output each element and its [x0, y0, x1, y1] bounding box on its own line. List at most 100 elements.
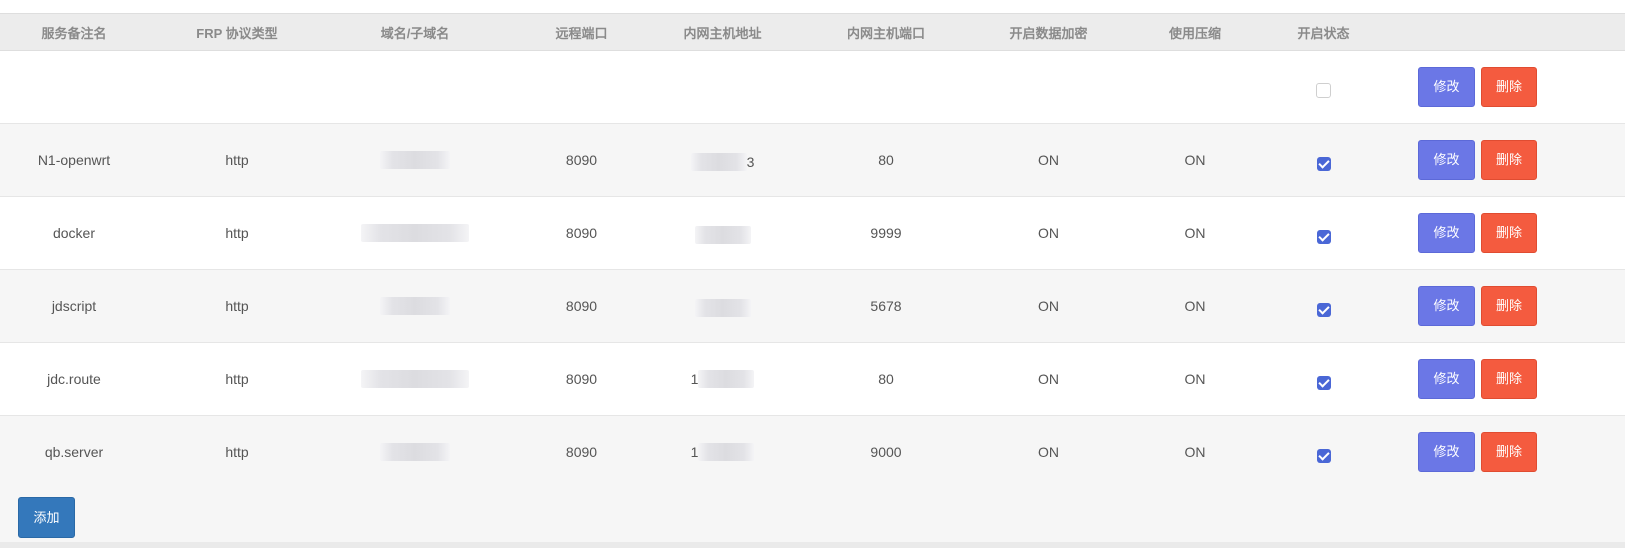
status-cell [1279, 415, 1368, 489]
edit-button[interactable]: 修改 [1418, 432, 1475, 473]
remote-port-cell [504, 50, 659, 124]
actions-cell: 修改 删除 [1368, 196, 1625, 270]
domain-cell [326, 342, 504, 416]
col-local-port-header: 内网主机端口 [786, 13, 986, 51]
domain-cell [326, 415, 504, 489]
encryption-cell: ON [986, 123, 1111, 197]
redacted-ip [694, 299, 751, 317]
local-ip-cell: 1 [659, 415, 786, 489]
edit-button[interactable]: 修改 [1418, 359, 1475, 399]
edit-button[interactable]: 修改 [1418, 213, 1475, 253]
redacted-domain [380, 297, 450, 316]
domain-cell [326, 123, 504, 197]
status-checkbox-checked[interactable] [1316, 303, 1331, 318]
table-row: 修改 删除 [0, 50, 1625, 124]
table-footer [0, 480, 1625, 542]
domain-cell [326, 196, 504, 270]
redaction-block [694, 299, 751, 317]
remote-port-cell: 8090 [504, 123, 659, 197]
redacted-ip [694, 226, 751, 244]
status-checkbox-checked[interactable] [1316, 449, 1331, 464]
redacted-domain [361, 224, 469, 243]
actions-cell: 修改 删除 [1368, 50, 1625, 124]
top-spacer [0, 0, 1625, 13]
compression-cell: ON [1111, 123, 1279, 197]
compression-cell: ON [1111, 196, 1279, 270]
redacted-ip: 1 [691, 370, 755, 388]
local-port-cell: 80 [786, 342, 986, 416]
local-ip-prefix: 1 [690, 444, 699, 461]
compression-cell: ON [1111, 415, 1279, 489]
redacted-domain [361, 370, 469, 389]
table-row: qb.server http 8090 1 9000 ON ON 修改 删除 [0, 415, 1625, 489]
actions-cell: 修改 删除 [1368, 342, 1625, 416]
status-checkbox-checked[interactable] [1316, 157, 1331, 172]
col-name-header: 服务备注名 [0, 13, 148, 51]
remote-port-cell: 8090 [504, 196, 659, 270]
protocol-cell: http [148, 196, 326, 270]
service-name-cell: jdscript [0, 269, 148, 343]
col-actions-header [1368, 13, 1625, 51]
domain-cell [326, 50, 504, 124]
actions-cell: 修改 删除 [1368, 415, 1625, 489]
delete-button[interactable]: 删除 [1481, 140, 1537, 180]
edit-button[interactable]: 修改 [1418, 286, 1475, 326]
local-ip-cell [659, 50, 786, 124]
encryption-cell: ON [986, 196, 1111, 270]
delete-button[interactable]: 删除 [1481, 213, 1537, 253]
protocol-cell: http [148, 123, 326, 197]
bottom-border [0, 542, 1625, 548]
delete-button[interactable]: 删除 [1481, 67, 1537, 107]
actions-cell: 修改 删除 [1368, 269, 1625, 343]
actions-cell: 修改 删除 [1368, 123, 1625, 197]
redacted-domain [380, 151, 450, 170]
add-button[interactable]: 添加 [18, 497, 75, 538]
local-port-cell [786, 50, 986, 124]
remote-port-cell: 8090 [504, 415, 659, 489]
col-remote-port-header: 远程端口 [504, 13, 659, 51]
local-port-cell: 5678 [786, 269, 986, 343]
service-name-cell: qb.server [0, 415, 148, 489]
table-header-row: 服务备注名 FRP 协议类型 域名/子域名 远程端口 内网主机地址 内网主机端口 开启数据加… [0, 13, 1625, 51]
edit-button[interactable]: 修改 [1418, 67, 1475, 107]
proxy-table: 服务备注名 FRP 协议类型 域名/子域名 远程端口 内网主机地址 内网主机端口 开启数据加… [0, 13, 1625, 489]
status-checkbox-checked[interactable] [1316, 376, 1331, 391]
redacted-domain [380, 443, 450, 462]
remote-port-cell: 8090 [504, 269, 659, 343]
protocol-cell: http [148, 269, 326, 343]
compression-cell [1111, 50, 1279, 124]
domain-cell [326, 269, 504, 343]
redacted-ip: 3 [690, 153, 754, 171]
status-cell [1279, 342, 1368, 416]
protocol-cell: http [148, 342, 326, 416]
compression-cell: ON [1111, 342, 1279, 416]
delete-button[interactable]: 删除 [1481, 359, 1537, 399]
local-ip-cell [659, 196, 786, 270]
table-row: docker http 8090 9999 ON ON 修改 删除 [0, 196, 1625, 270]
encryption-cell: ON [986, 342, 1111, 416]
status-checkbox[interactable] [1316, 83, 1331, 99]
redaction-block [694, 226, 751, 244]
protocol-cell: http [148, 415, 326, 489]
col-encryption-header: 开启数据加密 [986, 13, 1111, 51]
service-name-cell: jdc.route [0, 342, 148, 416]
edit-button[interactable]: 修改 [1418, 140, 1475, 180]
col-protocol-header: FRP 协议类型 [148, 13, 326, 51]
service-name-cell: N1-openwrt [0, 123, 148, 197]
service-name-cell [0, 50, 148, 124]
remote-port-cell: 8090 [504, 342, 659, 416]
col-compression-header: 使用压缩 [1111, 13, 1279, 51]
local-ip-prefix: 1 [690, 371, 699, 387]
status-cell [1279, 196, 1368, 270]
delete-button[interactable]: 删除 [1481, 286, 1537, 326]
table-row: N1-openwrt http 8090 3 80 ON ON 修改 删除 [0, 123, 1625, 197]
status-cell [1279, 50, 1368, 124]
table-row: jdc.route http 8090 1 80 ON ON 修改 删除 [0, 342, 1625, 416]
redaction-block [690, 153, 747, 171]
local-port-cell: 80 [786, 123, 986, 197]
delete-button[interactable]: 删除 [1481, 432, 1537, 473]
table-body: 修改 删除 N1-openwrt http 8090 3 80 ON ON 修改 删除 docker h… [0, 50, 1625, 489]
status-cell [1279, 269, 1368, 343]
status-checkbox-checked[interactable] [1316, 230, 1331, 245]
local-port-cell: 9000 [786, 415, 986, 489]
